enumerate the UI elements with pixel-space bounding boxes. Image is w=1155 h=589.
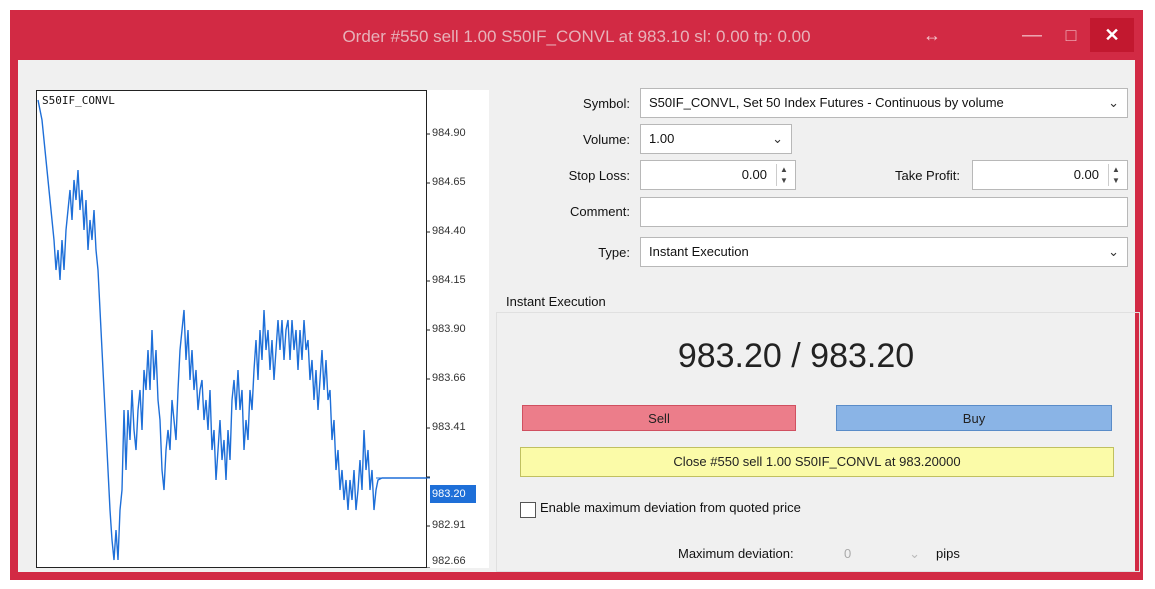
y-tick-label: 983.66 (432, 372, 466, 384)
chevron-down-icon: ⌄ (772, 131, 783, 146)
volume-value: 1.00 (649, 131, 675, 146)
resize-icon[interactable]: ↔ (920, 18, 944, 52)
volume-label: Volume: (583, 132, 630, 147)
type-value: Instant Execution (649, 244, 749, 259)
spinner-icon[interactable]: ▲ ▼ (1108, 164, 1123, 186)
y-tick-label: 984.15 (432, 274, 466, 286)
y-tick-label: 984.65 (432, 176, 466, 188)
max-deviation-select[interactable]: 0 ⌄ (834, 540, 926, 568)
group-title: Instant Execution (506, 294, 606, 309)
symbol-select[interactable]: S50IF_CONVL, Set 50 Index Futures - Cont… (640, 88, 1128, 118)
y-tick-label: 984.90 (432, 127, 466, 139)
symbol-value: S50IF_CONVL, Set 50 Index Futures - Cont… (649, 95, 1004, 110)
minimize-button[interactable]: — (1014, 18, 1050, 52)
type-label: Type: (598, 245, 630, 260)
chevron-down-icon: ⌄ (1108, 95, 1119, 110)
close-button[interactable]: ✕ (1090, 18, 1134, 52)
maximize-button[interactable]: □ (1053, 18, 1089, 52)
type-select[interactable]: Instant Execution ⌄ (640, 237, 1128, 267)
chevron-down-icon: ⌄ (1108, 244, 1119, 259)
order-window: Order #550 sell 1.00 S50IF_CONVL at 983.… (10, 10, 1143, 580)
stop-loss-value: 0.00 (741, 167, 767, 182)
y-tick-label: 983.41 (432, 421, 466, 433)
dialog-body: S50IF_CONVL 984.90 984.65 984.40 984.15 … (18, 60, 1140, 572)
stop-loss-label: Stop Loss: (568, 168, 630, 183)
window-title: Order #550 sell 1.00 S50IF_CONVL at 983.… (342, 27, 811, 46)
y-tick-label: 983.90 (432, 323, 466, 335)
close-position-button[interactable]: Close #550 sell 1.00 S50IF_CONVL at 983.… (520, 447, 1114, 477)
max-deviation-checkbox-label[interactable]: Enable maximum deviation from quoted pri… (540, 500, 801, 515)
symbol-label: Symbol: (583, 96, 630, 111)
max-deviation-label: Maximum deviation: (678, 546, 794, 561)
max-deviation-value: 0 (844, 546, 852, 561)
volume-select[interactable]: 1.00 ⌄ (640, 124, 792, 154)
stop-loss-input[interactable]: 0.00 ▲ ▼ (640, 160, 796, 190)
take-profit-label: Take Profit: (894, 168, 960, 183)
buy-button[interactable]: Buy (836, 405, 1112, 431)
comment-label: Comment: (570, 204, 630, 219)
comment-input[interactable] (640, 197, 1128, 227)
pips-label: pips (936, 546, 960, 561)
spinner-icon[interactable]: ▲ ▼ (776, 164, 791, 186)
y-tick-label: 982.91 (432, 519, 466, 531)
chevron-down-icon: ⌄ (909, 546, 920, 561)
chart-frame (36, 90, 427, 568)
sell-button[interactable]: Sell (522, 405, 796, 431)
tick-chart: S50IF_CONVL 984.90 984.65 984.40 984.15 … (36, 90, 489, 568)
chart-canvas (36, 90, 430, 568)
max-deviation-checkbox[interactable] (520, 502, 536, 518)
y-tick-label: 984.40 (432, 225, 466, 237)
take-profit-value: 0.00 (1073, 167, 1099, 182)
take-profit-input[interactable]: 0.00 ▲ ▼ (972, 160, 1128, 190)
y-tick-label: 982.66 (432, 555, 466, 567)
bid-ask-prices: 983.20 / 983.20 (677, 337, 915, 375)
chart-symbol-label: S50IF_CONVL (42, 94, 115, 107)
title-bar[interactable]: Order #550 sell 1.00 S50IF_CONVL at 983.… (10, 10, 1143, 60)
current-price-tag: 983.20 (430, 485, 476, 503)
